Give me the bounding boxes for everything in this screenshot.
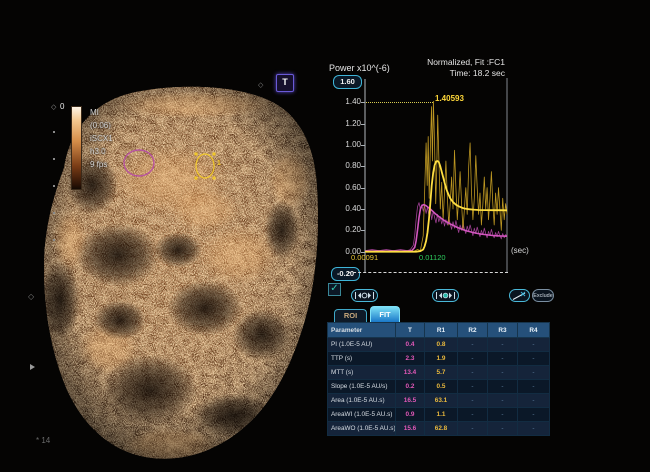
value-cell: 15.6 [396, 422, 425, 436]
value-cell: - [518, 380, 550, 394]
value-cell: 62.8 [425, 422, 458, 436]
value-cell: 0.9 [396, 408, 425, 422]
value-cell: 63.1 [425, 394, 458, 408]
value-cell: - [518, 408, 550, 422]
parameter-label: TTP (s) [328, 352, 396, 366]
y-tick-label: 1.00 [336, 140, 361, 149]
value-cell: - [488, 338, 518, 352]
column-header: Parameter [328, 323, 396, 338]
curve-T-fit [365, 205, 507, 251]
table-row[interactable]: TTP (s)2.31.9--- [328, 352, 550, 366]
frame-marker-button-2[interactable] [432, 289, 459, 302]
value-cell: - [518, 366, 550, 380]
table-row[interactable]: AreaWO (1.0E-5 AU.s)15.662.8--- [328, 422, 550, 436]
chart-title: Power x10^(-6) [329, 63, 390, 73]
value-cell: 2.3 [396, 352, 425, 366]
value-cell: - [458, 338, 488, 352]
app-screen: ◇ 0 MI(0.06)iSCX1h3.09 fps T ◇ ◇ * 14 1 … [0, 0, 650, 472]
frame-marker-icon [354, 291, 375, 300]
chart-info: Normalized, Fit :FC1 Time: 18.2 sec [427, 57, 505, 79]
value-cell: - [458, 394, 488, 408]
marker-value-label: 0.01120 [419, 253, 446, 262]
y-tick-label: 1.20 [336, 119, 361, 128]
value-cell: - [488, 394, 518, 408]
value-cell: - [458, 366, 488, 380]
y-tick-mark [361, 102, 365, 103]
peak-value-label: 1.40593 [435, 94, 464, 103]
y-min-scale-button[interactable]: -0.20 [331, 267, 360, 281]
table-row[interactable]: AreaWI (1.0E-5 AU.s)0.91.1--- [328, 408, 550, 422]
value-cell: - [458, 352, 488, 366]
pencil-line-icon [512, 291, 527, 301]
y-tick-mark [361, 188, 365, 189]
y-tick-mark [361, 166, 365, 167]
value-cell: 0.8 [425, 338, 458, 352]
column-header: T [396, 323, 425, 338]
y-tick-label: 0.80 [336, 161, 361, 170]
value-cell: 0.2 [396, 380, 425, 394]
value-cell: - [518, 352, 550, 366]
value-cell: - [458, 380, 488, 394]
value-cell: - [458, 422, 488, 436]
value-cell: - [488, 380, 518, 394]
time-label: Time: 18.2 sec [427, 68, 505, 79]
table-header-row: ParameterTR1R2R3R4 [328, 323, 550, 338]
exclude-button[interactable]: Exclude [532, 289, 554, 302]
y-tick-label: 1.40 [336, 97, 361, 106]
parameter-label: Area (1.0E-5 AU.s) [328, 394, 396, 408]
table-row[interactable]: PI (1.0E-5 AU)0.40.8--- [328, 338, 550, 352]
y-tick-mark [361, 145, 365, 146]
frame-marker-icon [435, 291, 456, 300]
column-header: R2 [458, 323, 488, 338]
tic-chart [0, 0, 650, 472]
value-cell: - [518, 422, 550, 436]
value-cell: - [518, 394, 550, 408]
y-tick-mark [361, 209, 365, 210]
column-header: R4 [518, 323, 550, 338]
y-tick-mark [361, 230, 365, 231]
column-header: R3 [488, 323, 518, 338]
value-cell: 0.5 [425, 380, 458, 394]
value-cell: 5.7 [425, 366, 458, 380]
table-row[interactable]: Area (1.0E-5 AU.s)16.563.1--- [328, 394, 550, 408]
value-cell: 1.9 [425, 352, 458, 366]
exclude-tool-button[interactable] [509, 289, 530, 302]
check-icon: ✓ [330, 283, 338, 294]
parameter-label: MTT (s) [328, 366, 396, 380]
table-row[interactable]: MTT (s)13.45.7--- [328, 366, 550, 380]
parameter-table: ParameterTR1R2R3R4 PI (1.0E-5 AU)0.40.8-… [327, 322, 550, 436]
tab-roi[interactable]: ROI [334, 309, 367, 322]
value-cell: 0.4 [396, 338, 425, 352]
value-cell: - [488, 352, 518, 366]
parameter-label: Slope (1.0E-5 AU/s) [328, 380, 396, 394]
x-unit-label: (sec) [511, 246, 529, 255]
y-max-scale-button[interactable]: 1.60 [333, 75, 362, 89]
y-tick-label: 0.40 [336, 204, 361, 213]
value-cell: - [488, 408, 518, 422]
y-tick-label: 0.60 [336, 183, 361, 192]
value-cell: 16.5 [396, 394, 425, 408]
value-cell: 1.1 [425, 408, 458, 422]
parameter-label: PI (1.0E-5 AU) [328, 338, 396, 352]
baseline-value-label: 0.00091 [351, 253, 378, 262]
value-cell: 13.4 [396, 366, 425, 380]
tab-fit[interactable]: FIT [370, 306, 400, 322]
y-tick-mark [361, 124, 365, 125]
curve-R1-raw [365, 101, 507, 251]
parameter-label: AreaWI (1.0E-5 AU.s) [328, 408, 396, 422]
value-cell: - [488, 422, 518, 436]
graph-visibility-checkbox[interactable]: ✓ [328, 283, 341, 296]
frame-marker-button-1[interactable] [351, 289, 378, 302]
baseline-dashed-line [348, 272, 508, 273]
value-cell: - [518, 338, 550, 352]
parameter-label: AreaWO (1.0E-5 AU.s) [328, 422, 396, 436]
value-cell: - [458, 408, 488, 422]
y-tick-label: 0.20 [336, 225, 361, 234]
table-row[interactable]: Slope (1.0E-5 AU/s)0.20.5--- [328, 380, 550, 394]
column-header: R1 [425, 323, 458, 338]
value-cell: - [488, 366, 518, 380]
peak-reference-line [366, 102, 433, 103]
normalized-fit-label: Normalized, Fit :FC1 [427, 57, 505, 68]
